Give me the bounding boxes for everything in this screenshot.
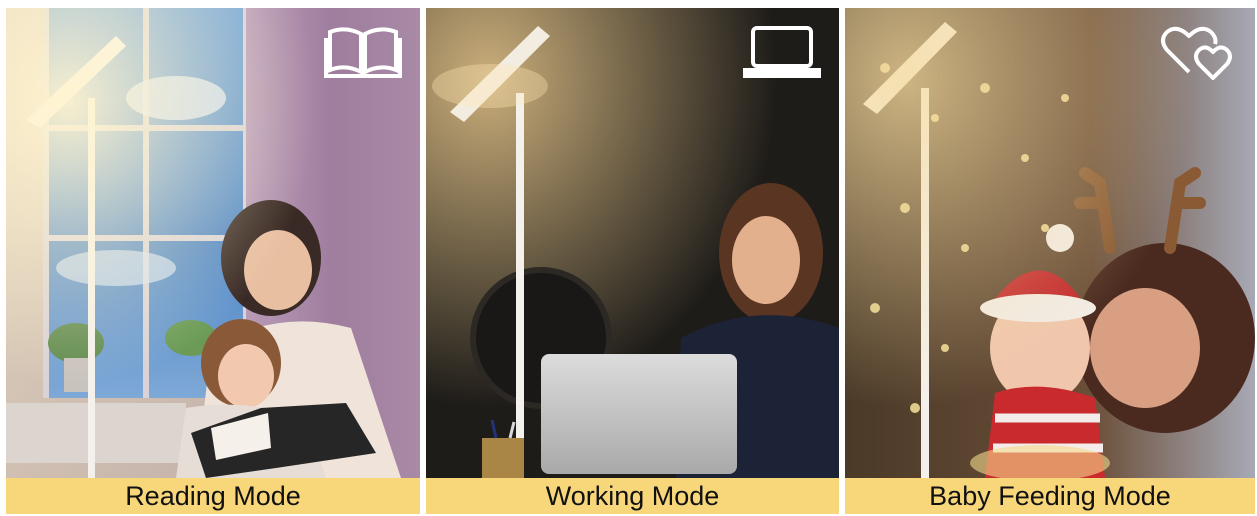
working-mode-panel: Working Mode <box>426 8 839 514</box>
two-hearts-icon <box>1159 22 1237 80</box>
laptop-icon <box>743 22 821 80</box>
mode-panels-row: Reading Mode Working Mode Baby Feeding M… <box>0 0 1257 516</box>
open-book-icon <box>324 22 402 80</box>
mode-caption: Baby Feeding Mode <box>845 478 1255 514</box>
reading-mode-panel: Reading Mode <box>6 8 420 514</box>
mode-caption: Working Mode <box>426 478 839 514</box>
caption-text: Reading Mode <box>125 480 301 511</box>
caption-text: Baby Feeding Mode <box>929 480 1171 511</box>
mode-caption: Reading Mode <box>6 478 420 514</box>
caption-text: Working Mode <box>545 480 720 511</box>
baby-feeding-mode-panel: Baby Feeding Mode <box>845 8 1255 514</box>
